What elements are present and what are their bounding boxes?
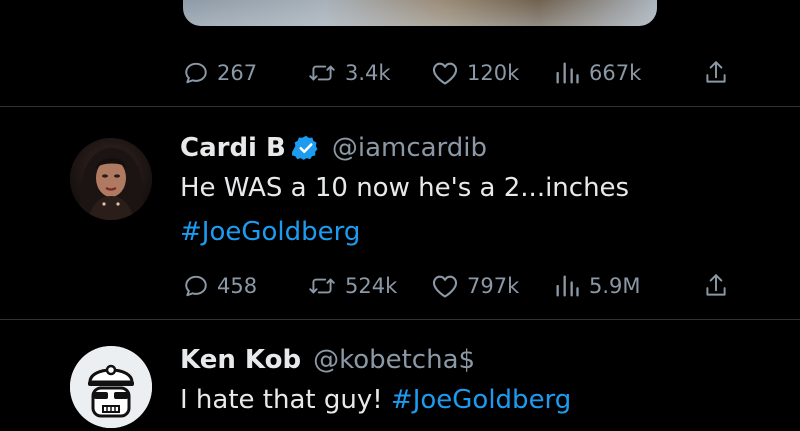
retweet-icon xyxy=(309,65,335,81)
heart-icon xyxy=(432,62,458,85)
views-icon xyxy=(556,62,579,84)
reply-count: 458 xyxy=(217,274,258,298)
like-count: 797k xyxy=(467,274,520,298)
views-count: 5.9M xyxy=(589,274,641,298)
verified-badge-icon xyxy=(291,134,320,162)
retweet-count: 524k xyxy=(345,274,398,298)
tweet-header: Ken Kob @kobetcha$ xyxy=(180,342,571,378)
reply-button[interactable]: 267 xyxy=(183,56,257,90)
views-count: 667k xyxy=(589,61,642,85)
reply-button[interactable]: 458 xyxy=(183,269,257,303)
avatar-ken-kob[interactable] xyxy=(70,346,152,428)
share-button[interactable] xyxy=(703,269,729,303)
retweet-button[interactable]: 524k xyxy=(307,269,397,303)
reply-icon xyxy=(185,62,207,84)
tweet-text-body: I hate that guy! xyxy=(180,385,383,415)
timeline: 267 3.4k 120k 667k Cardi B @iamcardib He… xyxy=(0,0,800,431)
tweet-media-image[interactable] xyxy=(183,0,657,26)
like-count: 120k xyxy=(467,61,520,85)
like-button[interactable]: 120k xyxy=(431,56,519,90)
display-name[interactable]: Ken Kob xyxy=(180,345,301,375)
tweet-header: Cardi B @iamcardib xyxy=(180,130,629,166)
views-icon xyxy=(556,275,579,297)
heart-icon xyxy=(432,275,458,298)
tweet-ken-kob[interactable]: Ken Kob @kobetcha$ I hate that guy! #Joe… xyxy=(180,342,571,422)
share-icon xyxy=(706,61,726,83)
tweet-divider xyxy=(0,106,800,107)
tweet-cardi-b[interactable]: Cardi B @iamcardib He WAS a 10 now he's … xyxy=(180,130,629,254)
views-button[interactable]: 667k xyxy=(553,56,641,90)
tweet-divider xyxy=(0,319,800,320)
user-handle[interactable]: @iamcardib xyxy=(332,133,487,163)
share-icon xyxy=(706,274,726,296)
tweet-action-bar: 458 524k 797k 5.9M xyxy=(183,269,743,303)
tweet-text: He WAS a 10 now he's a 2...inches xyxy=(180,173,630,203)
retweet-icon xyxy=(309,278,335,294)
like-button[interactable]: 797k xyxy=(431,269,519,303)
reply-count: 267 xyxy=(217,61,258,85)
display-name[interactable]: Cardi B xyxy=(180,133,286,163)
user-handle[interactable]: @kobetcha$ xyxy=(313,345,475,375)
tweet-text: I hate that guy! #JoeGoldberg xyxy=(180,378,571,422)
views-button[interactable]: 5.9M xyxy=(553,269,641,303)
hashtag-link[interactable]: #JoeGoldberg xyxy=(391,385,571,415)
tweet-action-bar: 267 3.4k 120k 667k xyxy=(183,56,743,90)
retweet-button[interactable]: 3.4k xyxy=(307,56,391,90)
hashtag-link[interactable]: #JoeGoldberg xyxy=(180,210,629,254)
reply-icon xyxy=(185,275,207,297)
retweet-count: 3.4k xyxy=(345,61,391,85)
avatar-cardi-b[interactable] xyxy=(70,138,152,220)
share-button[interactable] xyxy=(703,56,729,90)
